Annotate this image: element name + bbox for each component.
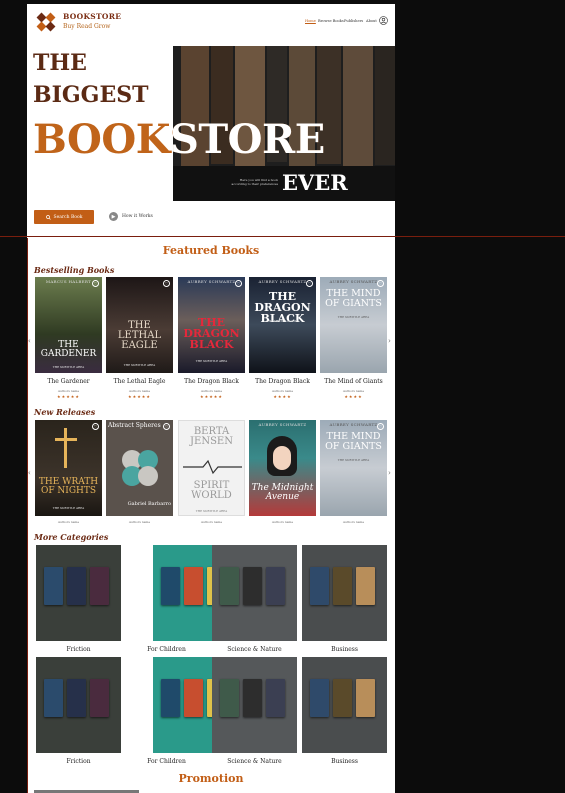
book-author: Authors name xyxy=(342,389,365,393)
category-card[interactable] xyxy=(302,545,387,641)
category-label[interactable]: Science & Nature xyxy=(212,646,297,653)
nav-home[interactable]: Home xyxy=(305,19,316,23)
heart-icon[interactable]: ♡ xyxy=(92,280,99,287)
brand-name[interactable]: BOOKSTORE xyxy=(63,12,121,21)
bestselling-next-arrow[interactable]: › xyxy=(388,337,391,345)
book-cover[interactable]: ♡ THE WRATH OF NIGHTS THE SUBTITLE AREA xyxy=(35,420,102,516)
star-rating: ★★★★★ xyxy=(128,394,151,399)
hero-line-ever: EVER xyxy=(282,170,348,195)
book-title[interactable]: The Mind of Giants xyxy=(320,378,387,385)
new-releases-title: New Releases xyxy=(34,407,96,417)
category-label[interactable]: Science & Nature xyxy=(212,758,297,765)
book-author: Authors name xyxy=(128,389,151,393)
search-icon xyxy=(45,214,51,220)
cross-icon xyxy=(64,428,67,468)
heart-icon[interactable]: ♡ xyxy=(163,280,170,287)
book-cover[interactable]: AUBREY SCHWARTZ ♡ THE MIND OF GIANTS THE… xyxy=(320,420,387,516)
category-label[interactable]: For Children xyxy=(124,758,209,765)
book-cover[interactable]: ♡ Abstract Spheres Gabriel Barbarro xyxy=(106,420,173,516)
puzzle-logo-icon[interactable] xyxy=(35,11,57,33)
star-rating: ★★★★★ xyxy=(200,394,223,399)
book-author: Authors name xyxy=(128,520,151,524)
category-card[interactable] xyxy=(212,657,297,753)
search-book-button[interactable]: Search Book xyxy=(34,210,94,224)
bestselling-prev-arrow[interactable]: ‹ xyxy=(28,337,31,345)
featured-books-title: Featured Books xyxy=(162,244,260,257)
how-it-works-label: How it Works xyxy=(122,214,153,219)
search-book-label: Search Book xyxy=(53,214,83,220)
nav-browse-books[interactable]: Browse Books xyxy=(318,19,344,23)
book-author: Authors name xyxy=(200,520,223,524)
book-cover[interactable]: BERTA JENSEN SPIRIT WORLD THE SUBTITLE A… xyxy=(178,420,245,516)
page: BOOKSTORE Buy Read Grow Home Browse Book… xyxy=(27,4,395,793)
category-label[interactable]: Friction xyxy=(36,646,121,653)
star-rating: ★★★★★ xyxy=(57,394,80,399)
more-categories-title: More Categories xyxy=(34,532,109,542)
category-card[interactable] xyxy=(302,657,387,753)
promotion-title: Promotion xyxy=(178,772,244,785)
nav-about[interactable]: About xyxy=(366,19,377,23)
book-author: Authors name xyxy=(271,520,294,524)
category-label[interactable]: Business xyxy=(302,646,387,653)
divider-line xyxy=(27,238,28,793)
book-author: Authors name xyxy=(57,389,80,393)
book-title[interactable]: The Gardener xyxy=(35,378,102,385)
new-releases-next-arrow[interactable]: › xyxy=(388,469,391,477)
book-author: Authors name xyxy=(200,389,223,393)
new-releases-prev-arrow[interactable]: ‹ xyxy=(28,469,31,477)
heart-icon[interactable]: ♡ xyxy=(306,280,313,287)
heart-icon[interactable]: ♡ xyxy=(377,423,384,430)
book-cover[interactable]: MARCUS HALBERT ♡ THE GARDENER THE SUBTIT… xyxy=(35,277,102,373)
book-title[interactable]: The Dragon Black xyxy=(249,378,316,385)
category-card[interactable] xyxy=(36,545,121,641)
book-cover[interactable]: AUBREY SCHWARTZ The Midnight Avenue xyxy=(249,420,316,516)
category-label[interactable]: Business xyxy=(302,758,387,765)
user-icon[interactable] xyxy=(379,16,388,25)
book-title[interactable]: The Dragon Black xyxy=(178,378,245,385)
category-card[interactable] xyxy=(36,657,121,753)
category-label[interactable]: Friction xyxy=(36,758,121,765)
book-cover[interactable]: ♡ THE LETHAL EAGLE THE SUBTITLE AREA xyxy=(106,277,173,373)
book-cover[interactable]: AUBREY SCHWARTZ ♡ THE MIND OF GIANTS THE… xyxy=(320,277,387,373)
book-cover[interactable]: AUBREY SCHWARTZ ♡ THE DRAGON BLACK THE S… xyxy=(178,277,245,373)
brand-tagline: Buy Read Grow xyxy=(63,23,111,30)
heart-icon[interactable]: ♡ xyxy=(377,280,384,287)
book-author: Authors name xyxy=(271,389,294,393)
heartbeat-illustration xyxy=(183,459,242,475)
nav-publishers[interactable]: Publishers xyxy=(344,19,363,23)
book-cover[interactable]: AUBREY SCHWARTZ ♡ THE DRAGON BLACK THE S… xyxy=(249,277,316,373)
category-card[interactable] xyxy=(212,545,297,641)
star-rating: ★★★★ xyxy=(273,394,292,399)
book-author: Authors name xyxy=(342,520,365,524)
book-author: Authors name xyxy=(57,520,80,524)
heart-icon[interactable]: ♡ xyxy=(92,423,99,430)
spheres-illustration xyxy=(122,450,158,486)
bestselling-title: Bestselling Books xyxy=(34,265,115,275)
hero-caption: Here you will find a book according to t… xyxy=(231,178,278,187)
hero-line-biggest: BIGGEST xyxy=(33,82,149,108)
category-label[interactable]: For Children xyxy=(124,646,209,653)
star-rating: ★★★★ xyxy=(344,394,363,399)
hero-line-the: THE xyxy=(33,50,87,76)
book-title[interactable]: The Lethal Eagle xyxy=(106,378,173,385)
divider-line xyxy=(0,236,565,237)
play-icon: ▶ xyxy=(109,212,118,221)
how-it-works-button[interactable]: ▶ How it Works xyxy=(109,212,153,221)
heart-icon[interactable]: ♡ xyxy=(235,280,242,287)
